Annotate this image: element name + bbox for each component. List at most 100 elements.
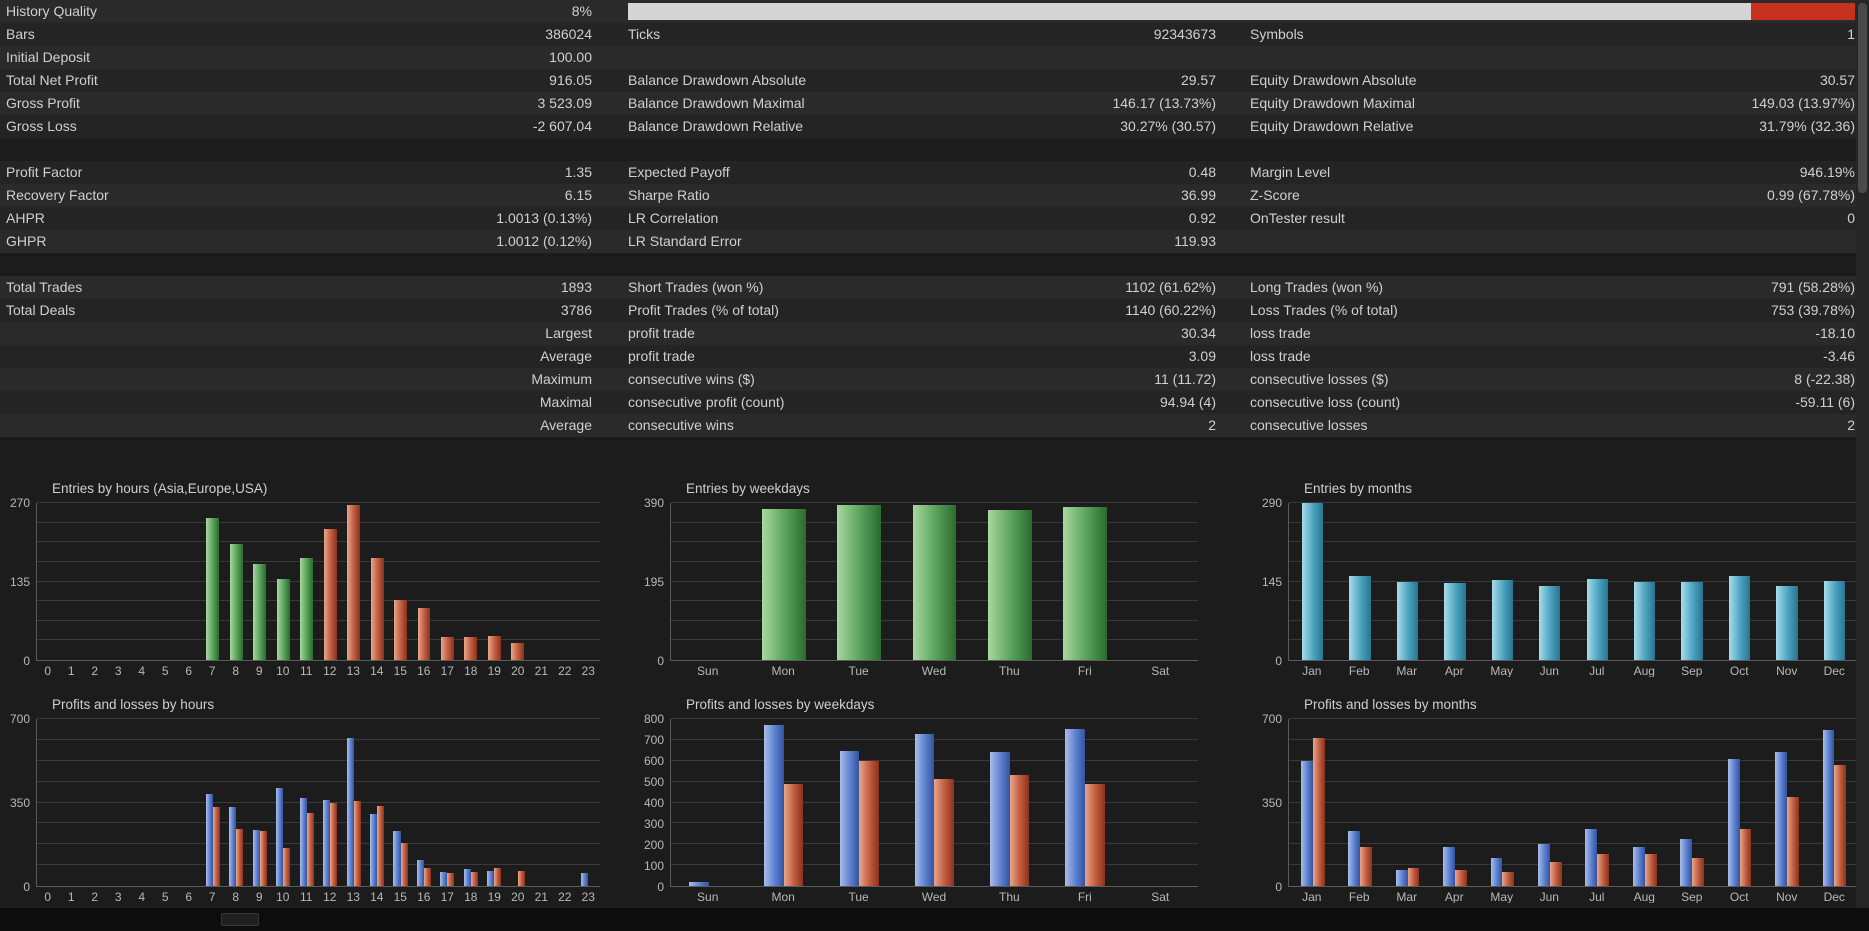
stat-label: Sharpe Ratio xyxy=(628,187,710,203)
y-tick-label: 0 xyxy=(23,654,30,668)
bar-loss-Dec xyxy=(1834,764,1847,886)
x-axis: Jan Feb Mar Apr May Jun Jul Aug Sep Oct Nov Dec xyxy=(1288,887,1858,903)
x-tick-label: Nov xyxy=(1776,665,1798,677)
bar-loss-14 xyxy=(377,806,385,886)
stat-value: 3.09 xyxy=(1188,348,1216,364)
bar-profit-Apr xyxy=(1443,847,1455,886)
x-tick-label: Mar xyxy=(1396,665,1418,677)
chart-profits-losses-by-months: Profits and losses by months 0 350 700 Jan… xyxy=(1258,694,1858,903)
stat-value: -59.11 (6) xyxy=(1795,394,1855,410)
bar-loss-Sep xyxy=(1692,857,1704,886)
bar-group xyxy=(272,719,295,886)
stat-label: Balance Drawdown Maximal xyxy=(628,95,805,111)
x-tick-label: 16 xyxy=(417,665,431,677)
stat-label: consecutive wins ($) xyxy=(628,371,755,387)
plot-area xyxy=(36,718,600,887)
stat-label: consecutive losses ($) xyxy=(1250,371,1389,387)
bar-entries-Feb xyxy=(1349,576,1371,660)
bar-group xyxy=(225,719,248,886)
bar-entries-11 xyxy=(300,558,314,660)
bar-group xyxy=(107,503,130,660)
bar-group xyxy=(272,503,295,660)
bar-group xyxy=(201,503,224,660)
bottom-tab-stub[interactable] xyxy=(221,913,259,926)
x-axis: Sun Mon Tue Wed Thu Fri Sat xyxy=(670,887,1198,903)
stat-value: 31.79% (32.36) xyxy=(1759,118,1855,134)
scrollbar-thumb[interactable] xyxy=(1858,3,1867,193)
bar-group xyxy=(1716,503,1763,660)
bar-entries-8 xyxy=(229,543,243,660)
bar-loss-10 xyxy=(283,847,291,886)
report-row: AHPR 1.0013 (0.13%) LR Correlation 0.92 OnTe… xyxy=(0,207,1856,230)
report-row: Gross Profit 3 523.09 Balance Drawdown Max… xyxy=(0,92,1856,115)
report-row: GHPR 1.0012 (0.12%) LR Standard Error 119.9… xyxy=(0,230,1856,253)
bar-profit-13 xyxy=(346,738,354,886)
x-axis: Sun Mon Tue Wed Thu Fri Sat xyxy=(670,661,1198,677)
bar-group xyxy=(154,719,177,886)
x-tick-label: 11 xyxy=(300,665,313,677)
stat-value: 0.92 xyxy=(1188,210,1216,226)
x-tick-label: Fri xyxy=(1077,665,1092,677)
y-tick-label: 100 xyxy=(643,859,664,873)
stat-label: consecutive losses xyxy=(1250,417,1368,433)
stat-value: 1.0013 (0.13%) xyxy=(496,210,592,226)
bar-loss-Tue xyxy=(859,761,879,886)
bar-entries-Sep xyxy=(1681,582,1703,660)
bar-loss-12 xyxy=(330,802,338,886)
stat-value: 916.05 xyxy=(549,72,592,88)
bar-loss-8 xyxy=(236,828,244,886)
y-tick-label: 290 xyxy=(1261,496,1282,510)
bar-entries-Thu xyxy=(987,510,1032,660)
x-tick-label: 23 xyxy=(581,891,595,903)
x-tick-label: Aug xyxy=(1633,665,1655,677)
bar-entries-Mon xyxy=(762,509,806,660)
stat-value: 0 xyxy=(1847,210,1855,226)
stat-label: Margin Level xyxy=(1250,164,1331,180)
stat-value: 791 (58.28%) xyxy=(1770,279,1855,295)
y-tick-label: 200 xyxy=(643,838,664,852)
stat-value: 94.94 (4) xyxy=(1159,394,1216,410)
stat-label: Profit Factor xyxy=(6,164,83,180)
bar-profit-11 xyxy=(299,797,307,886)
bar-group xyxy=(459,503,482,660)
chart-entries-by-weekdays: Entries by weekdays 0 195 390 Sun Mon Tue Wed… xyxy=(640,478,1198,677)
x-tick-label: Wed xyxy=(921,891,947,903)
report-row: Average consecutive wins 2 consecutive loss… xyxy=(0,414,1856,437)
bar-loss-Wed xyxy=(934,778,955,886)
bar-loss-Fri xyxy=(1085,784,1105,886)
plot-area xyxy=(1288,502,1858,661)
bar-loss-15 xyxy=(400,843,408,886)
bar-profit-17 xyxy=(440,871,448,886)
x-tick-label: 0 xyxy=(44,665,52,677)
chart-title: Entries by weekdays xyxy=(686,481,810,496)
bar-group xyxy=(483,503,506,660)
x-tick-label: 6 xyxy=(185,665,193,677)
x-tick-label: 1 xyxy=(67,891,75,903)
bar-group xyxy=(107,719,130,886)
report-spacer-row xyxy=(0,138,1856,161)
stat-value: 6.15 xyxy=(564,187,592,203)
y-tick-label: 195 xyxy=(643,575,664,589)
bar-profit-7 xyxy=(205,794,213,886)
plot-area xyxy=(36,502,600,661)
bar-group xyxy=(671,503,746,660)
stat-value: 8% xyxy=(571,3,592,19)
y-axis: 0 145 290 xyxy=(1258,497,1288,667)
bar-group xyxy=(84,719,107,886)
x-axis: 0 1 2 3 4 5 6 7 8 9 10 11 12 13 14 15 16 17 18 19 20 21 22 23 xyxy=(36,887,600,903)
bar-entries-Jan xyxy=(1302,503,1324,660)
bar-loss-Feb xyxy=(1360,847,1372,886)
x-tick-label: 12 xyxy=(323,665,337,677)
stat-value: 30.27% (30.57) xyxy=(1120,118,1216,134)
x-tick-label: 15 xyxy=(393,665,407,677)
bar-loss-17 xyxy=(447,872,455,886)
bar-profit-23 xyxy=(581,872,589,886)
report-row: Bars 386024 Ticks 92343673 Symbols 1 xyxy=(0,23,1856,46)
x-tick-label: Dec xyxy=(1823,891,1845,903)
stat-label: Total Deals xyxy=(6,302,76,318)
stat-label: Z-Score xyxy=(1250,187,1300,203)
stat-value: 146.17 (13.73%) xyxy=(1112,95,1216,111)
bar-group xyxy=(60,503,83,660)
x-axis: Jan Feb Mar Apr May Jun Jul Aug Sep Oct Nov Dec xyxy=(1288,661,1858,677)
x-tick-label: Apr xyxy=(1444,665,1464,677)
